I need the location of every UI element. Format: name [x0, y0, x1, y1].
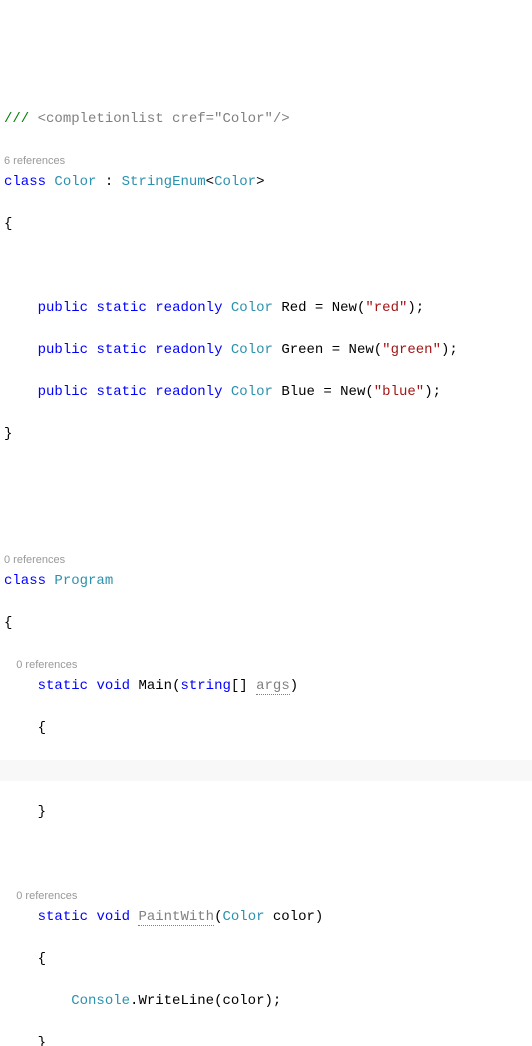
blank-line: [0, 508, 532, 529]
method-declaration: static void PaintWith(Color color): [0, 907, 532, 928]
xml-doc-comment: /// <completionlist cref="Color"/>: [0, 109, 532, 130]
blank-line: [0, 466, 532, 487]
brace-open: {: [0, 949, 532, 970]
brace-close: }: [0, 802, 532, 823]
method-declaration: static void Main(string[] args): [0, 676, 532, 697]
cursor-line[interactable]: [0, 760, 532, 781]
codelens-references[interactable]: 0 references: [0, 554, 65, 566]
blank-line: [0, 844, 532, 865]
brace-close: }: [0, 1033, 532, 1046]
blank-line: [0, 256, 532, 277]
codelens-references[interactable]: 0 references: [0, 890, 77, 902]
codelens-references[interactable]: 0 references: [0, 659, 77, 671]
brace-open: {: [0, 214, 532, 235]
statement: Console.WriteLine(color);: [0, 991, 532, 1012]
field-declaration: public static readonly Color Blue = New(…: [0, 382, 532, 403]
class-declaration: class Program: [0, 571, 532, 592]
brace-open: {: [0, 718, 532, 739]
field-declaration: public static readonly Color Green = New…: [0, 340, 532, 361]
codelens-references[interactable]: 6 references: [0, 155, 65, 167]
brace-open: {: [0, 613, 532, 634]
class-declaration: class Color : StringEnum<Color>: [0, 172, 532, 193]
brace-close: }: [0, 424, 532, 445]
code-editor[interactable]: /// <completionlist cref="Color"/> 6 ref…: [0, 88, 532, 1046]
field-declaration: public static readonly Color Red = New("…: [0, 298, 532, 319]
